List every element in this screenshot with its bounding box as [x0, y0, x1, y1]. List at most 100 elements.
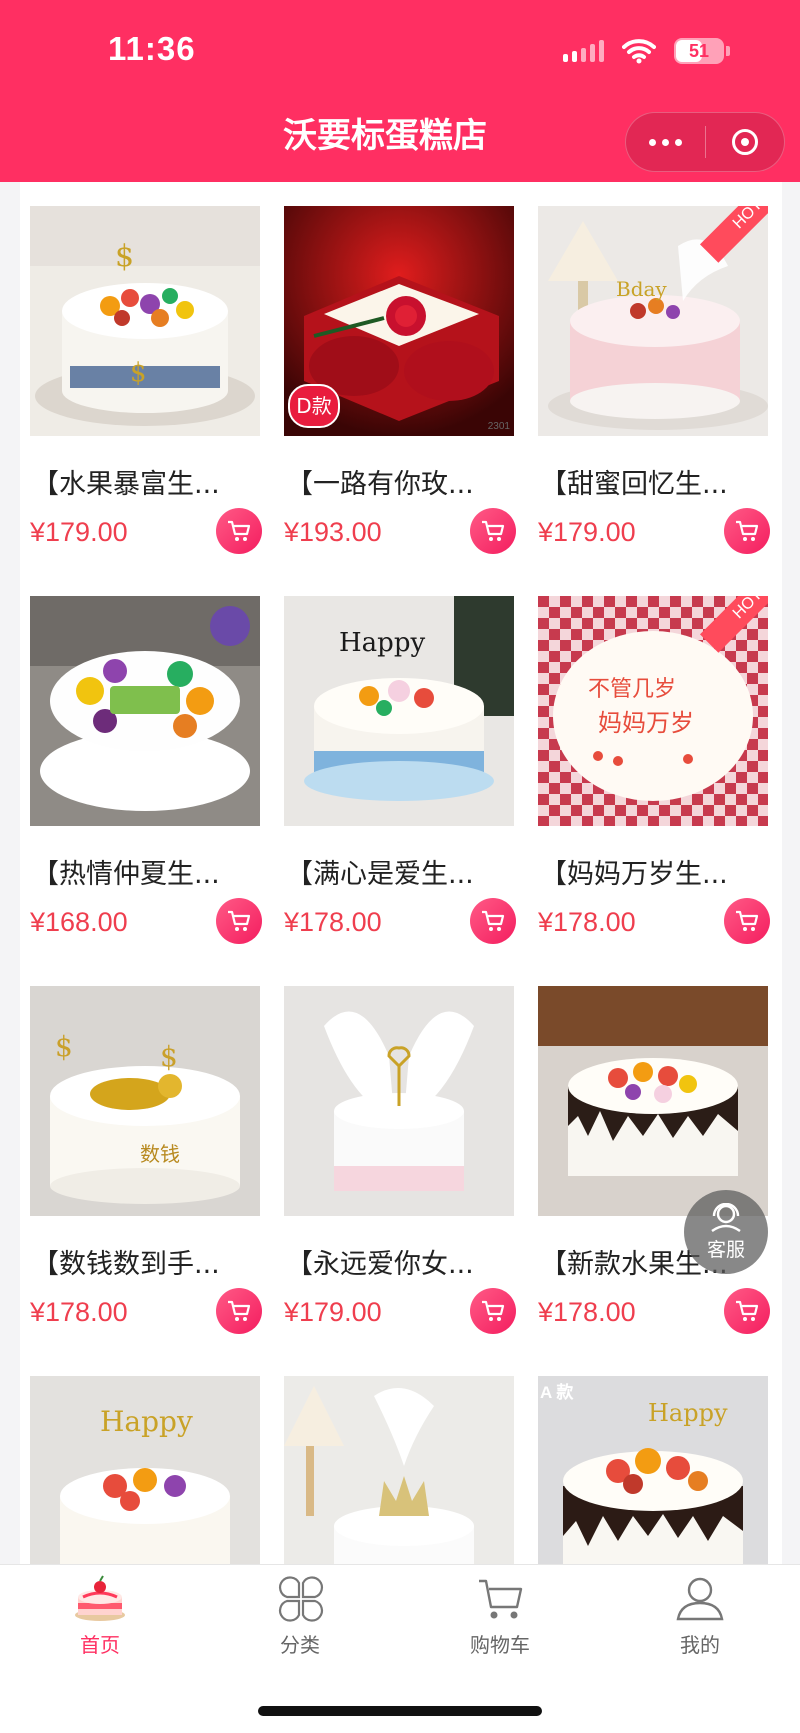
product-price: ¥179.00: [30, 517, 128, 547]
product-image[interactable]: $ $ 数钱: [30, 986, 260, 1216]
version-badge: D款: [288, 384, 340, 428]
svg-text:数钱: 数钱: [140, 1142, 180, 1166]
product-card[interactable]: 【热情仲夏生... ¥168.00: [30, 572, 262, 944]
product-image[interactable]: Happy A 款: [538, 1376, 768, 1564]
svg-text:$: $: [160, 1040, 178, 1073]
product-price: ¥168.00: [30, 907, 128, 937]
add-to-cart-button[interactable]: [724, 898, 770, 944]
tab-label: 我的: [680, 1633, 720, 1657]
wifi-icon: [622, 39, 656, 64]
tab-label: 首页: [80, 1633, 120, 1657]
add-to-cart-button[interactable]: [470, 1288, 516, 1334]
cart-icon: [482, 520, 505, 541]
svg-text:妈妈万岁: 妈妈万岁: [598, 709, 694, 737]
svg-text:不管几岁: 不管几岁: [588, 677, 676, 702]
cart-icon: [228, 910, 251, 931]
product-price: ¥179.00: [538, 517, 636, 547]
product-card[interactable]: Happy: [30, 1352, 260, 1564]
target-icon: [731, 129, 758, 155]
product-image[interactable]: [284, 986, 514, 1216]
add-to-cart-button[interactable]: [470, 508, 516, 554]
home-indicator: [258, 1706, 542, 1716]
product-price: ¥178.00: [30, 1297, 128, 1327]
tab-profile[interactable]: 我的: [600, 1575, 800, 1658]
user-icon: [676, 1577, 724, 1621]
cart-icon: [736, 910, 759, 931]
product-name: 【水果暴富生...: [32, 469, 220, 500]
service-label: 客服: [706, 1238, 745, 1261]
cart-icon: [479, 1579, 523, 1619]
product-card[interactable]: [284, 1352, 514, 1564]
cart-icon: [736, 1300, 759, 1321]
svg-text:$: $: [115, 239, 134, 274]
battery-level: 51: [688, 40, 710, 61]
close-button[interactable]: [706, 113, 784, 171]
svg-text:$: $: [130, 358, 147, 388]
product-name: 【满心是爱生...: [286, 859, 474, 890]
product-image[interactable]: [538, 986, 768, 1216]
add-to-cart-button[interactable]: [724, 508, 770, 554]
image-code: 2301: [487, 421, 510, 432]
customer-service-button[interactable]: 客服: [684, 1190, 768, 1274]
cart-icon: [736, 520, 759, 541]
product-card[interactable]: Happy 【满心是爱生... ¥178.00: [284, 572, 516, 944]
product-name: 【永远爱你女...: [286, 1249, 474, 1280]
product-image[interactable]: $ $: [30, 206, 260, 436]
product-price: ¥193.00: [284, 517, 382, 547]
product-card[interactable]: Happy A 款: [538, 1352, 768, 1564]
battery-icon: 51: [674, 38, 724, 64]
svg-text:Bday: Bday: [616, 277, 667, 301]
product-name: 【甜蜜回忆生...: [540, 469, 728, 500]
tab-home[interactable]: 首页: [0, 1575, 200, 1658]
miniprogram-capsule: [625, 112, 785, 172]
cart-icon: [482, 910, 505, 931]
status-time: 11:36: [108, 30, 196, 67]
version-badge: A 款: [540, 1383, 574, 1402]
product-price: ¥178.00: [538, 907, 636, 937]
product-image[interactable]: [30, 596, 260, 826]
product-price: ¥179.00: [284, 1297, 382, 1327]
product-card[interactable]: 不管几岁 妈妈万岁 HOT 【妈妈万岁生... ¥178.00: [538, 572, 770, 944]
cake-icon: [75, 1575, 125, 1621]
cart-icon: [228, 1300, 251, 1321]
product-price: ¥178.00: [538, 1297, 636, 1327]
product-name: 【一路有你玫...: [286, 469, 474, 500]
svg-text:Happy: Happy: [339, 628, 425, 658]
add-to-cart-button[interactable]: [216, 508, 262, 554]
status-icons: 51: [563, 38, 730, 64]
product-image[interactable]: Happy: [30, 1376, 260, 1564]
add-to-cart-button[interactable]: [724, 1288, 770, 1334]
tab-label: 分类: [280, 1633, 320, 1657]
cart-icon: [482, 1300, 505, 1321]
product-card[interactable]: $ $ 【水果暴富生... ¥179.00: [30, 182, 262, 554]
product-card[interactable]: $ $ 数钱 【数钱数到手... ¥178.00: [30, 962, 262, 1334]
add-to-cart-button[interactable]: [216, 1288, 262, 1334]
product-card[interactable]: Bday HOT 【甜蜜回忆生... ¥179.00: [538, 182, 770, 554]
headset-icon: [711, 1202, 741, 1232]
product-card[interactable]: D款 2301 【一路有你玫... ¥193.00: [284, 182, 516, 554]
product-image[interactable]: 不管几岁 妈妈万岁 HOT: [538, 596, 768, 826]
add-to-cart-button[interactable]: [216, 898, 262, 944]
product-name: 【妈妈万岁生...: [540, 859, 728, 890]
product-name: 【热情仲夏生...: [32, 859, 220, 890]
product-image[interactable]: Bday HOT: [538, 206, 768, 436]
product-price: ¥178.00: [284, 907, 382, 937]
product-card[interactable]: 【永远爱你女... ¥179.00: [284, 962, 516, 1334]
svg-text:Happy: Happy: [648, 1399, 728, 1427]
category-icon: [278, 1576, 324, 1622]
signal-icon: [563, 40, 604, 62]
add-to-cart-button[interactable]: [470, 898, 516, 944]
product-name: 【数钱数到手...: [32, 1249, 220, 1280]
product-image[interactable]: Happy: [284, 596, 514, 826]
tab-cart[interactable]: 购物车: [400, 1575, 600, 1658]
svg-text:$: $: [55, 1030, 73, 1063]
cart-icon: [228, 520, 251, 541]
tab-category[interactable]: 分类: [200, 1575, 400, 1658]
product-image[interactable]: D款 2301: [284, 206, 514, 436]
more-button[interactable]: [626, 113, 705, 171]
svg-text:Happy: Happy: [100, 1405, 193, 1438]
product-grid: $ $ 【水果暴富生... ¥179.00 D款 2301 【一路有你玫... …: [20, 182, 782, 1564]
header: 11:36 51 沃要标蛋糕店: [0, 0, 800, 182]
tab-label: 购物车: [470, 1633, 530, 1657]
product-image[interactable]: [284, 1376, 514, 1564]
